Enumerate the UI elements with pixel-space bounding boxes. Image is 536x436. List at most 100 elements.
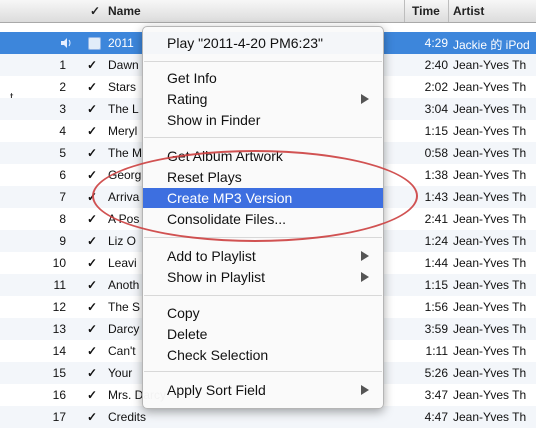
row-checkbox[interactable]: ✓ — [87, 212, 99, 226]
menu-item-label: Copy — [167, 305, 200, 321]
menu-item-play[interactable]: Play "2011-4-20 PM6:23" — [143, 33, 383, 53]
table-row[interactable]: 17 ✓ Credits 4:47 Jean-Yves Th — [0, 406, 536, 428]
track-number: 5 — [59, 146, 66, 160]
menu-item-label: Check Selection — [167, 347, 269, 363]
row-checkbox[interactable]: ✓ — [87, 388, 99, 402]
track-artist: Jean-Yves Th — [453, 410, 527, 424]
menu-item-copy[interactable]: Copy — [143, 303, 383, 323]
track-artist: Jean-Yves Th — [453, 102, 527, 116]
track-number: 8 — [59, 212, 66, 226]
menu-item-label: Add to Playlist — [167, 248, 256, 264]
column-divider[interactable] — [404, 0, 405, 22]
track-name: Credits — [108, 410, 147, 424]
menu-item-consolidate-files[interactable]: Consolidate Files... — [143, 209, 383, 229]
track-time: 3:59 — [424, 322, 448, 336]
row-checkbox[interactable]: ✓ — [87, 256, 99, 270]
menu-separator — [144, 61, 382, 62]
track-artist: Jean-Yves Th — [453, 388, 527, 402]
track-number: 3 — [59, 102, 66, 116]
track-time: 1:15 — [424, 124, 448, 138]
menu-item-show-in-finder[interactable]: Show in Finder — [143, 110, 383, 130]
menu-item-apply-sort-field[interactable]: Apply Sort Field — [143, 380, 383, 400]
header-artist[interactable]: Artist — [453, 4, 484, 18]
submenu-arrow-icon — [361, 385, 369, 395]
column-divider[interactable] — [448, 0, 449, 22]
row-checkbox[interactable]: ✓ — [87, 234, 99, 248]
track-number: 15 — [52, 366, 66, 380]
track-number: 16 — [52, 388, 66, 402]
menu-item-label: Consolidate Files... — [167, 211, 287, 227]
row-checkbox[interactable]: ✓ — [87, 102, 99, 116]
track-artist: Jean-Yves Th — [453, 366, 527, 380]
menu-item-label: Create MP3 Version — [167, 190, 293, 206]
track-artist: Jean-Yves Th — [453, 344, 527, 358]
track-time: 1:24 — [424, 234, 448, 248]
track-time: 1:15 — [424, 278, 448, 292]
menu-item-label: Apply Sort Field — [167, 382, 266, 398]
menu-separator — [144, 371, 382, 372]
track-artist: Jean-Yves Th — [453, 146, 527, 160]
track-number: 17 — [52, 410, 66, 424]
track-number: 12 — [52, 300, 66, 314]
header-check[interactable]: ✓ — [90, 4, 100, 18]
menu-item-show-in-playlist[interactable]: Show in Playlist — [143, 267, 383, 287]
menu-item-create-mp3[interactable]: Create MP3 Version — [143, 188, 383, 208]
row-checkbox[interactable]: ✓ — [87, 300, 99, 314]
row-checkbox[interactable]: ✓ — [87, 322, 99, 336]
track-artist: Jean-Yves Th — [453, 190, 527, 204]
submenu-arrow-icon — [361, 272, 369, 282]
track-artist: Jean-Yves Th — [453, 124, 527, 138]
track-time: 2:40 — [424, 58, 448, 72]
row-checkbox[interactable]: ✓ — [87, 366, 99, 380]
menu-item-label: Reset Plays — [167, 169, 242, 185]
menu-item-get-album-artwork[interactable]: Get Album Artwork — [143, 146, 383, 166]
row-checkbox[interactable]: ✓ — [87, 168, 99, 182]
row-checkbox[interactable]: ✓ — [87, 80, 99, 94]
track-number: 14 — [52, 344, 66, 358]
track-number: 4 — [59, 124, 66, 138]
track-number: 9 — [59, 234, 66, 248]
menu-item-reset-plays[interactable]: Reset Plays — [143, 167, 383, 187]
track-artist: Jean-Yves Th — [453, 256, 527, 270]
track-number: 7 — [59, 190, 66, 204]
submenu-arrow-icon — [361, 94, 369, 104]
row-checkbox[interactable] — [88, 37, 101, 50]
menu-item-label: Get Album Artwork — [167, 148, 283, 164]
track-time: 1:44 — [424, 256, 448, 270]
track-time: 3:04 — [424, 102, 448, 116]
track-time: 1:11 — [425, 344, 448, 358]
track-artist: Jean-Yves Th — [453, 300, 527, 314]
track-artist: Jean-Yves Th — [453, 80, 527, 94]
track-artist: Jean-Yves Th — [453, 322, 527, 336]
menu-item-label: Show in Playlist — [167, 269, 266, 285]
header-name[interactable]: Name — [108, 4, 141, 18]
header-time[interactable]: Time — [412, 4, 440, 18]
track-time: 2:02 — [424, 80, 448, 94]
track-time: 1:43 — [424, 190, 448, 204]
menu-item-add-to-playlist[interactable]: Add to Playlist — [143, 246, 383, 266]
row-checkbox[interactable]: ✓ — [87, 278, 99, 292]
speaker-icon — [61, 38, 71, 48]
row-checkbox[interactable]: ✓ — [87, 190, 99, 204]
submenu-arrow-icon — [361, 251, 369, 261]
menu-item-label: Play "2011-4-20 PM6:23" — [167, 35, 323, 51]
track-time: 1:56 — [424, 300, 448, 314]
row-checkbox[interactable]: ✓ — [87, 146, 99, 160]
track-artist: Jean-Yves Th — [453, 278, 527, 292]
track-artist: Jean-Yves Th — [453, 212, 527, 226]
row-checkbox[interactable]: ✓ — [87, 124, 99, 138]
track-time: 0:58 — [424, 146, 448, 160]
row-checkbox[interactable]: ✓ — [87, 410, 99, 424]
context-menu: Play "2011-4-20 PM6:23" Get Info Rating … — [142, 26, 384, 409]
row-checkbox[interactable]: ✓ — [87, 344, 99, 358]
menu-item-delete[interactable]: Delete — [143, 324, 383, 344]
menu-item-get-info[interactable]: Get Info — [143, 68, 383, 88]
menu-separator — [144, 295, 382, 296]
menu-item-check-selection[interactable]: Check Selection — [143, 345, 383, 365]
track-time: 3:47 — [424, 388, 448, 402]
menu-item-rating[interactable]: Rating — [143, 89, 383, 109]
track-time: 4:29 — [424, 36, 448, 50]
row-checkbox[interactable]: ✓ — [87, 58, 99, 72]
track-number: 13 — [52, 322, 66, 336]
track-number: 10 — [52, 256, 66, 270]
